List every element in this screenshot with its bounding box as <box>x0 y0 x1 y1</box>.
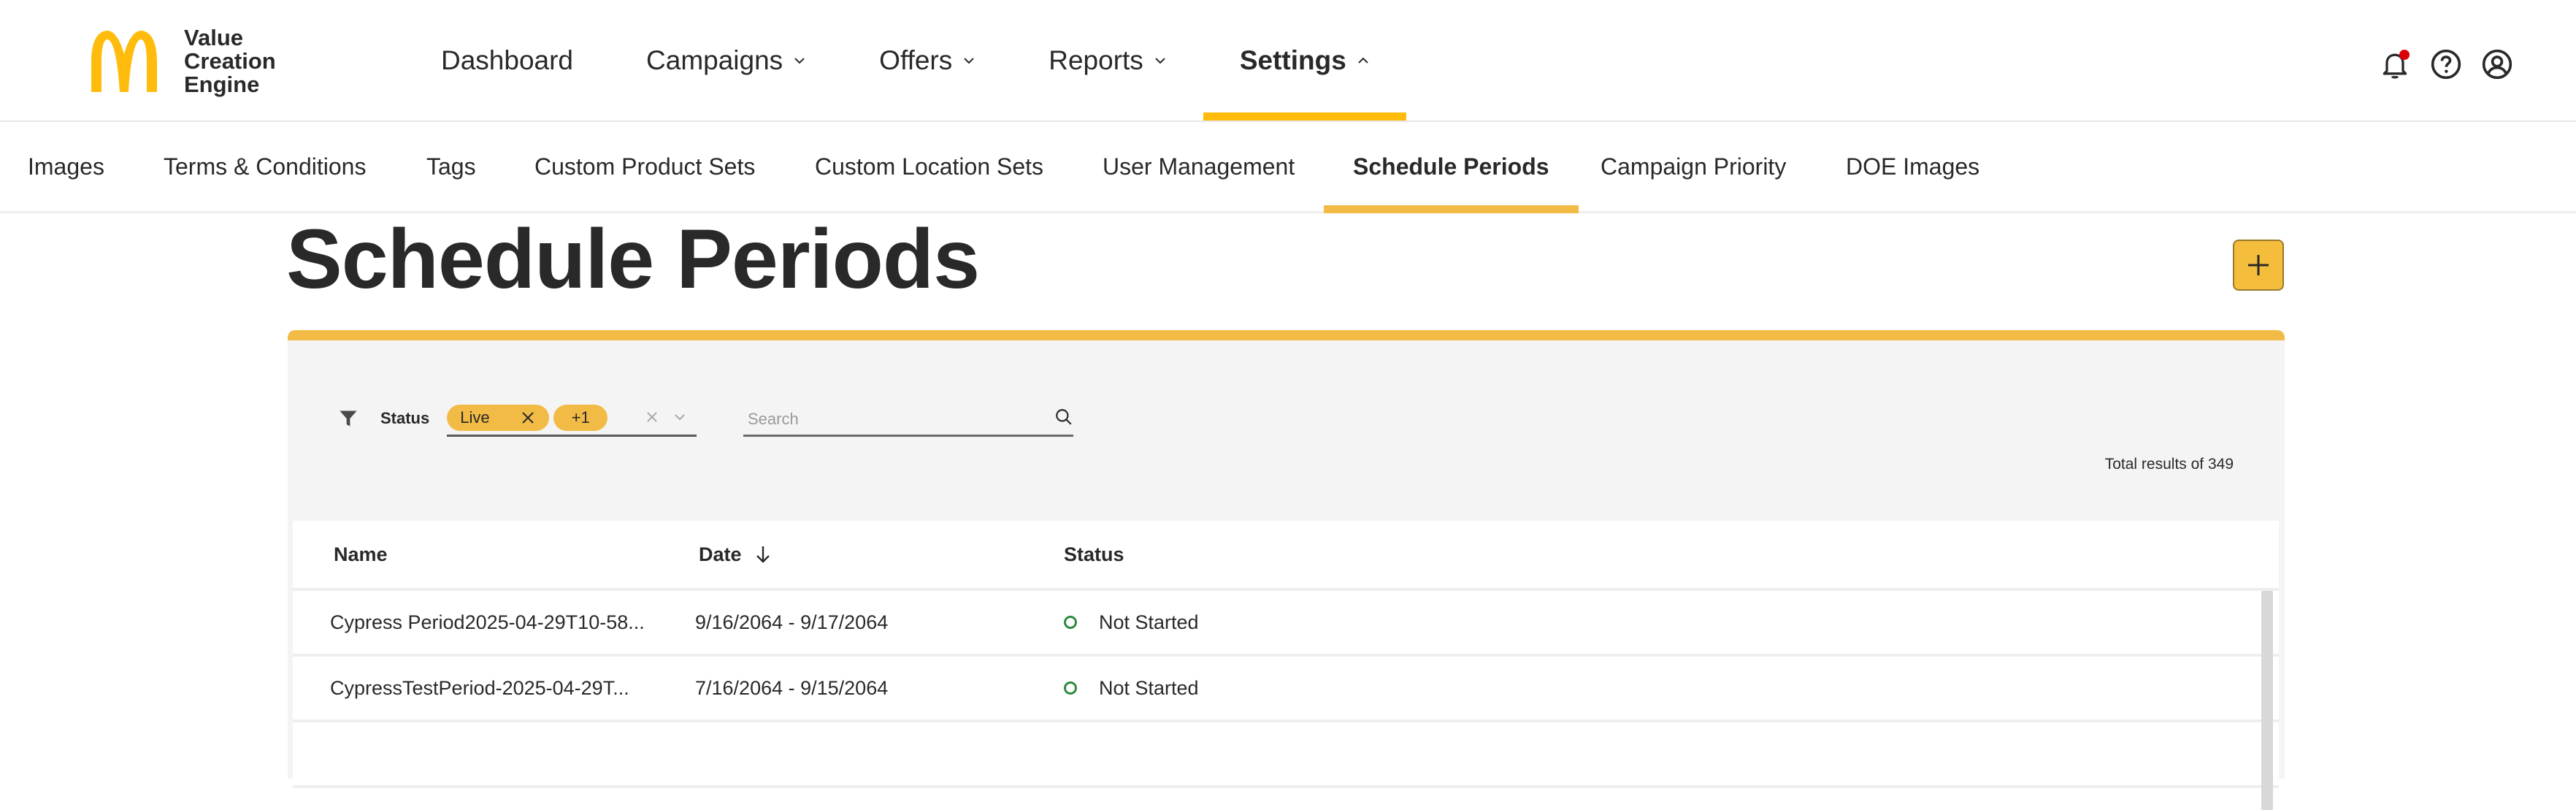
tab-images[interactable]: Images <box>28 122 104 211</box>
column-header-status[interactable]: Status <box>1064 521 1124 588</box>
row-status-label: Not Started <box>1099 611 1199 633</box>
tab-tags[interactable]: Tags <box>426 122 476 211</box>
header-tools <box>2377 47 2515 82</box>
table-row[interactable]: CypressTestPeriod-2025-04-29T... 7/16/20… <box>293 657 2279 722</box>
sort-descending-icon[interactable] <box>755 545 771 564</box>
tab-doe-images[interactable]: DOE Images <box>1846 122 1979 211</box>
nav-settings-label: Settings <box>1239 45 1346 75</box>
tab-custom-location-sets[interactable]: Custom Location Sets <box>815 122 1043 211</box>
column-header-date-label: Date <box>699 543 742 565</box>
help-icon <box>2431 49 2461 80</box>
main-nav: Dashboard Campaigns Offers Reports Setti… <box>441 0 1406 121</box>
chevron-down-icon <box>794 57 805 64</box>
page-title: Schedule Periods <box>286 213 980 306</box>
nav-dashboard[interactable]: Dashboard <box>441 0 573 121</box>
chevron-down-icon[interactable] <box>673 410 686 424</box>
golden-arches-logo[interactable] <box>88 29 161 92</box>
settings-sub-nav: Images Terms & Conditions Tags Custom Pr… <box>0 122 2576 213</box>
chevron-down-icon <box>964 57 974 64</box>
tab-images-label: Images <box>28 153 104 180</box>
row-status-cell: Not Started <box>1064 591 1199 654</box>
plus-icon <box>2248 255 2269 275</box>
tab-tags-label: Tags <box>426 153 476 180</box>
nav-campaigns[interactable]: Campaigns <box>646 0 806 121</box>
tab-terms-conditions[interactable]: Terms & Conditions <box>164 122 366 211</box>
tab-campaign-priority-label: Campaign Priority <box>1601 153 1787 180</box>
tab-schedule-periods-label: Schedule Periods <box>1353 153 1549 180</box>
table-header: Name Date Status <box>293 521 2279 591</box>
app-brand: Value Creation Engine <box>184 26 276 96</box>
status-chip-live[interactable]: Live <box>447 405 550 431</box>
filter-button[interactable] <box>337 408 360 429</box>
column-header-status-label: Status <box>1064 543 1124 565</box>
account-button[interactable] <box>2480 47 2515 82</box>
clear-selection-icon[interactable] <box>645 410 659 424</box>
top-header: Value Creation Engine Dashboard Campaign… <box>0 0 2576 122</box>
brand-line-1: Value <box>184 25 243 50</box>
schedule-periods-table: Name Date Status Cypress Period2025-04-2… <box>293 521 2279 810</box>
remove-chip-icon[interactable] <box>521 411 534 424</box>
tab-custom-product-sets[interactable]: Custom Product Sets <box>534 122 755 211</box>
row-date-cell: 7/16/2064 - 9/15/2064 <box>695 676 889 699</box>
tab-doe-images-label: DOE Images <box>1846 153 1980 180</box>
search-field[interactable] <box>743 400 1073 437</box>
search-input[interactable] <box>746 406 1041 432</box>
column-header-date[interactable]: Date <box>699 521 771 588</box>
nav-offers[interactable]: Offers <box>879 0 975 121</box>
nav-reports-label: Reports <box>1049 45 1143 75</box>
nav-offers-label: Offers <box>879 45 953 75</box>
status-filter-select[interactable]: Live +1 <box>447 400 697 437</box>
status-not-started-icon <box>1064 681 1077 695</box>
search-icon[interactable] <box>1054 408 1073 427</box>
chevron-down-icon <box>1155 57 1165 64</box>
row-status-cell: Not Started <box>1064 657 1199 719</box>
tab-user-management[interactable]: User Management <box>1103 122 1295 211</box>
account-icon <box>2482 49 2512 80</box>
filter-row: Status Live +1 <box>337 400 697 437</box>
nav-campaigns-label: Campaigns <box>646 45 783 75</box>
status-chip-more[interactable]: +1 <box>553 405 608 431</box>
tab-campaign-priority[interactable]: Campaign Priority <box>1601 122 1786 211</box>
status-chip-more-label: +1 <box>571 408 590 427</box>
help-button[interactable] <box>2429 47 2464 82</box>
nav-reports[interactable]: Reports <box>1049 0 1167 121</box>
status-filter-label: Status <box>380 409 430 427</box>
table-row[interactable]: Cypress Period2025-04-29T10-58... 9/16/2… <box>293 591 2279 657</box>
add-schedule-period-button[interactable] <box>2233 240 2284 291</box>
chevron-up-icon <box>1358 57 1368 64</box>
column-header-name-label: Name <box>334 543 388 565</box>
notifications-button[interactable] <box>2377 47 2412 82</box>
brand-line-3: Engine <box>184 72 260 97</box>
status-not-started-icon <box>1064 616 1077 629</box>
column-header-name[interactable]: Name <box>334 521 388 588</box>
filter-icon <box>340 410 357 427</box>
notification-dot <box>2399 50 2410 60</box>
total-results: Total results of 349 <box>2104 456 2234 473</box>
table-row[interactable] <box>293 722 2279 788</box>
schedule-periods-panel: Status Live +1 Total results of 349 Name… <box>288 330 2285 810</box>
row-date-cell: 9/16/2064 - 9/17/2064 <box>695 611 889 633</box>
table-scrollbar[interactable] <box>2261 591 2273 810</box>
nav-dashboard-label: Dashboard <box>441 45 574 75</box>
row-status-label: Not Started <box>1099 676 1199 699</box>
row-name-cell: Cypress Period2025-04-29T10-58... <box>330 611 645 633</box>
tab-user-management-label: User Management <box>1103 153 1295 180</box>
status-chip-live-label: Live <box>460 408 490 427</box>
tab-schedule-periods[interactable]: Schedule Periods <box>1324 122 1578 213</box>
tab-custom-product-sets-label: Custom Product Sets <box>534 153 756 180</box>
row-name-cell: CypressTestPeriod-2025-04-29T... <box>330 676 629 699</box>
tab-terms-conditions-label: Terms & Conditions <box>164 153 367 180</box>
brand-line-2: Creation <box>184 48 276 74</box>
tab-custom-location-sets-label: Custom Location Sets <box>815 153 1044 180</box>
nav-settings[interactable]: Settings <box>1203 0 1406 121</box>
